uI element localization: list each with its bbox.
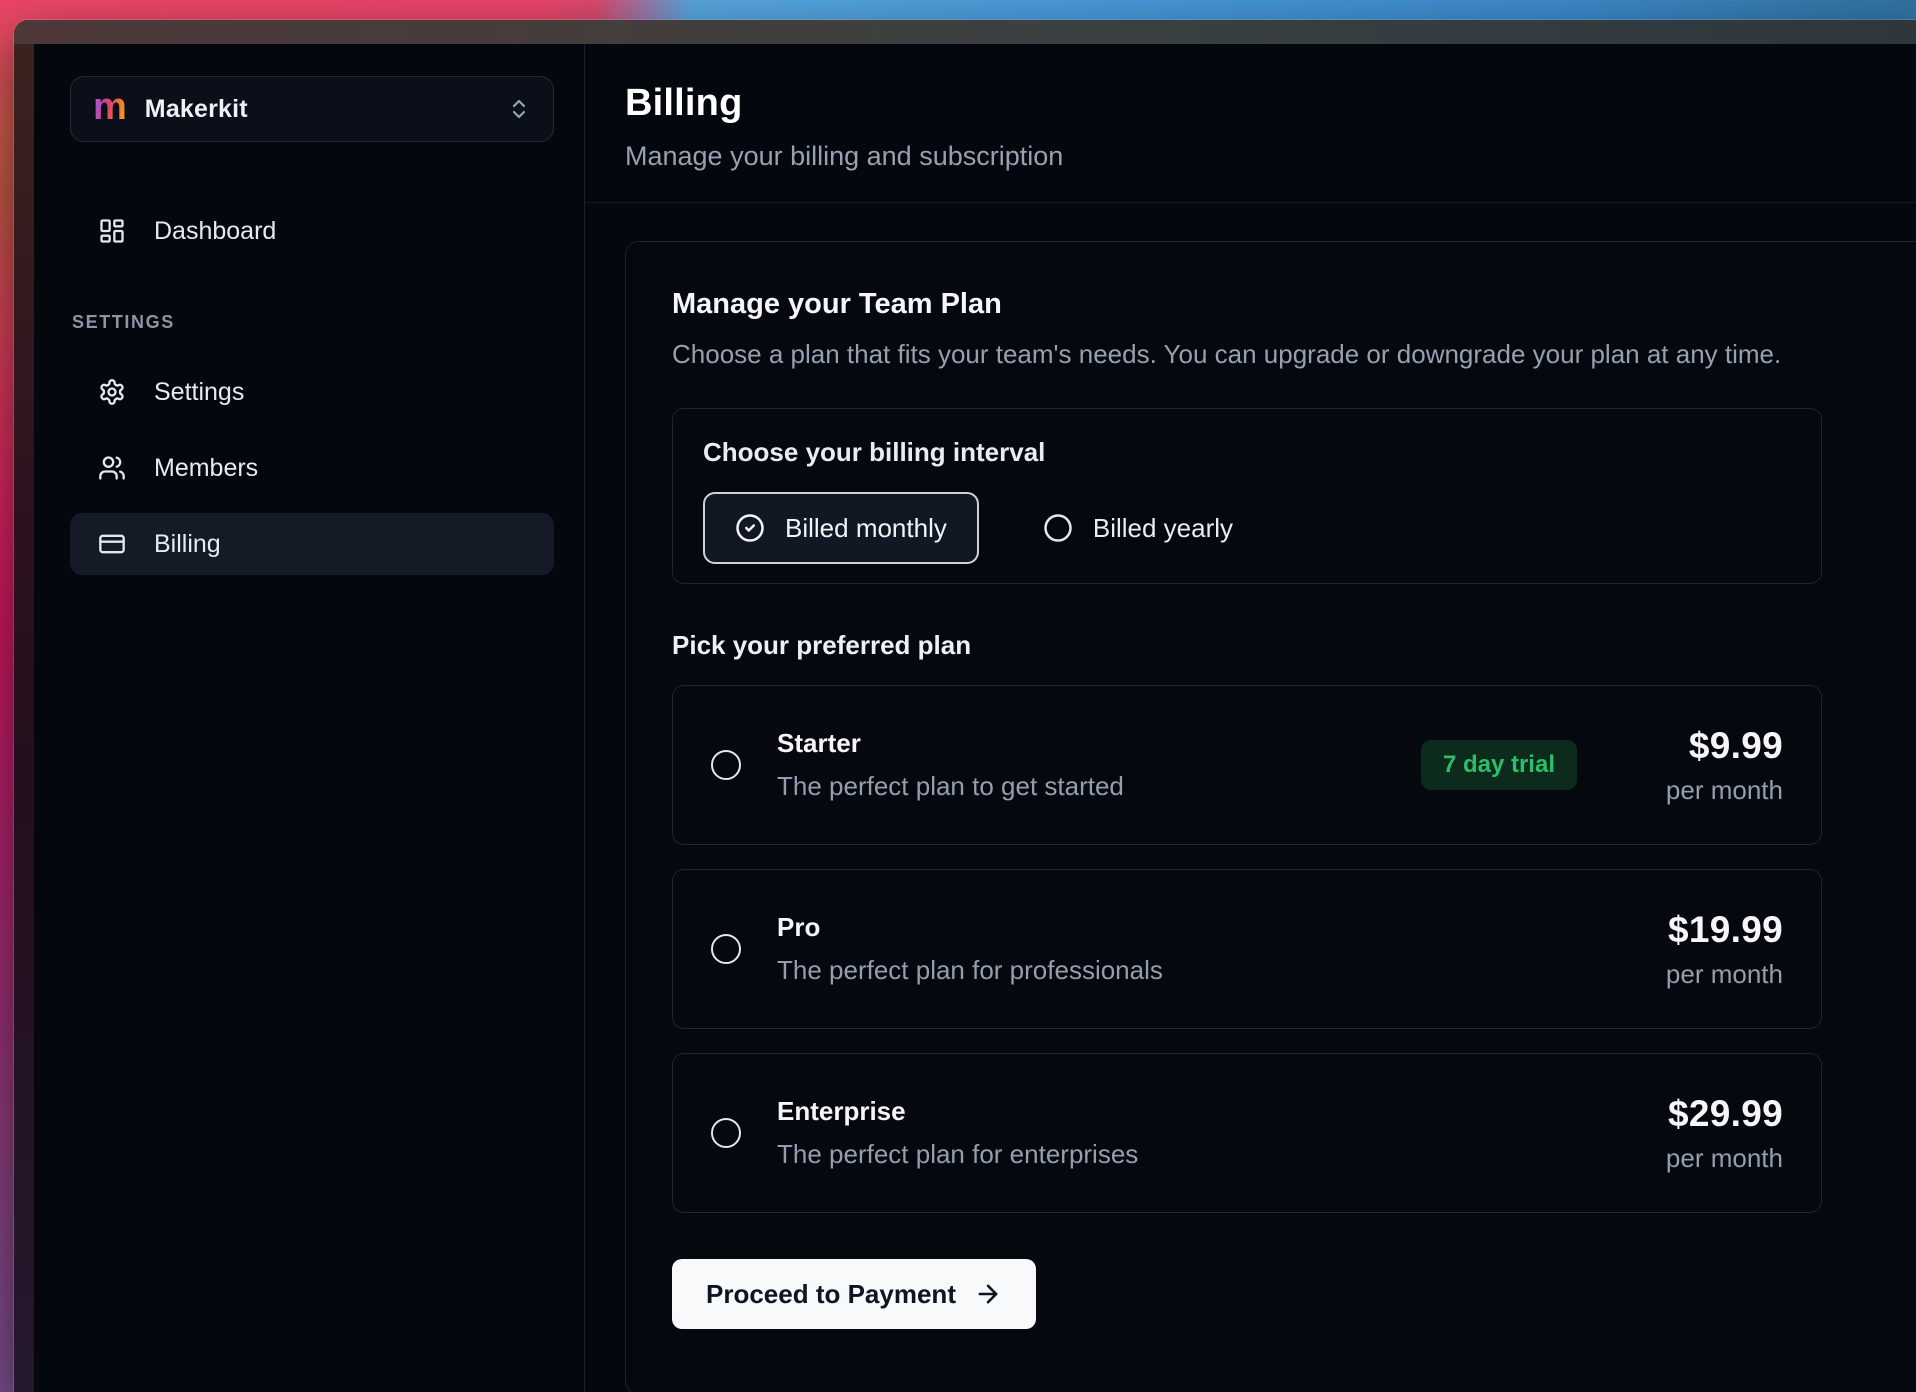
team-selector[interactable]: m Makerkit	[70, 76, 554, 142]
proceed-to-payment-button[interactable]: Proceed to Payment	[672, 1259, 1036, 1329]
plan-option-enterprise[interactable]: Enterprise The perfect plan for enterpri…	[672, 1053, 1822, 1213]
page-header: Billing Manage your billing and subscrip…	[585, 44, 1916, 203]
dashboard-icon	[98, 217, 126, 245]
billing-interval-options: Billed monthly Billed yearly	[703, 492, 1791, 564]
plan-name: Starter	[777, 728, 1385, 759]
window-titlebar[interactable]	[14, 20, 1916, 44]
plan-price: $9.99	[1643, 725, 1783, 767]
sidebar-item-billing[interactable]: Billing	[70, 513, 554, 575]
plan-card-title: Manage your Team Plan	[672, 288, 1916, 321]
plan-picker-label: Pick your preferred plan	[672, 630, 1916, 661]
plan-name: Pro	[777, 912, 1607, 943]
plan-description: The perfect plan to get started	[777, 771, 1385, 802]
sidebar-item-label: Dashboard	[154, 217, 276, 246]
plan-description: The perfect plan for enterprises	[777, 1139, 1607, 1170]
window-edge-tint	[14, 44, 34, 1392]
trial-badge: 7 day trial	[1421, 740, 1577, 790]
plan-info: Pro The perfect plan for professionals	[777, 912, 1607, 986]
interval-option-yearly[interactable]: Billed yearly	[1043, 513, 1233, 544]
plan-period: per month	[1643, 1143, 1783, 1174]
plan-price-block: $9.99 per month	[1643, 725, 1783, 806]
billing-interval-box: Choose your billing interval Billed mont…	[672, 408, 1822, 584]
plan-price-block: $29.99 per month	[1643, 1093, 1783, 1174]
radio-icon[interactable]	[711, 934, 741, 964]
sidebar-section-settings: SETTINGS	[70, 312, 554, 333]
sidebar-item-label: Settings	[154, 378, 244, 407]
sidebar-item-label: Billing	[154, 530, 221, 559]
sidebar-nav: Dashboard SETTINGS Settings Members	[70, 200, 554, 575]
interval-option-label: Billed monthly	[785, 513, 947, 544]
circle-check-icon	[735, 513, 765, 543]
plan-card-description: Choose a plan that fits your team's need…	[672, 339, 1916, 370]
credit-card-icon	[98, 530, 126, 558]
plan-price-block: $19.99 per month	[1643, 909, 1783, 990]
sidebar-item-settings[interactable]: Settings	[70, 361, 554, 423]
main-content: Billing Manage your billing and subscrip…	[584, 44, 1916, 1392]
plan-option-starter[interactable]: Starter The perfect plan to get started …	[672, 685, 1822, 845]
radio-icon[interactable]	[711, 1118, 741, 1148]
arrow-right-icon	[974, 1280, 1002, 1308]
radio-icon[interactable]	[711, 750, 741, 780]
gear-icon	[98, 378, 126, 406]
plan-info: Starter The perfect plan to get started	[777, 728, 1385, 802]
app-body: m Makerkit Dashboard SETTINGS	[14, 44, 1916, 1392]
team-plan-card: Manage your Team Plan Choose a plan that…	[625, 241, 1916, 1392]
sidebar-item-dashboard[interactable]: Dashboard	[70, 200, 554, 262]
users-icon	[98, 454, 126, 482]
sidebar-item-label: Members	[154, 454, 258, 483]
sidebar: m Makerkit Dashboard SETTINGS	[14, 44, 584, 1392]
page-subtitle: Manage your billing and subscription	[625, 141, 1916, 172]
app-window: m Makerkit Dashboard SETTINGS	[14, 20, 1916, 1392]
chevrons-up-down-icon	[507, 97, 531, 121]
plan-price: $29.99	[1643, 1093, 1783, 1135]
billing-interval-label: Choose your billing interval	[703, 437, 1791, 468]
plan-name: Enterprise	[777, 1096, 1607, 1127]
interval-option-monthly[interactable]: Billed monthly	[703, 492, 979, 564]
brand-logo: m	[93, 88, 127, 126]
plan-price: $19.99	[1643, 909, 1783, 951]
circle-icon	[1043, 513, 1073, 543]
brand-name: Makerkit	[145, 95, 489, 124]
plan-description: The perfect plan for professionals	[777, 955, 1607, 986]
plan-period: per month	[1643, 959, 1783, 990]
sidebar-item-members[interactable]: Members	[70, 437, 554, 499]
plan-option-pro[interactable]: Pro The perfect plan for professionals $…	[672, 869, 1822, 1029]
plan-period: per month	[1643, 775, 1783, 806]
proceed-to-payment-label: Proceed to Payment	[706, 1279, 956, 1310]
plan-info: Enterprise The perfect plan for enterpri…	[777, 1096, 1607, 1170]
interval-option-label: Billed yearly	[1093, 513, 1233, 544]
page-title: Billing	[625, 82, 1916, 125]
